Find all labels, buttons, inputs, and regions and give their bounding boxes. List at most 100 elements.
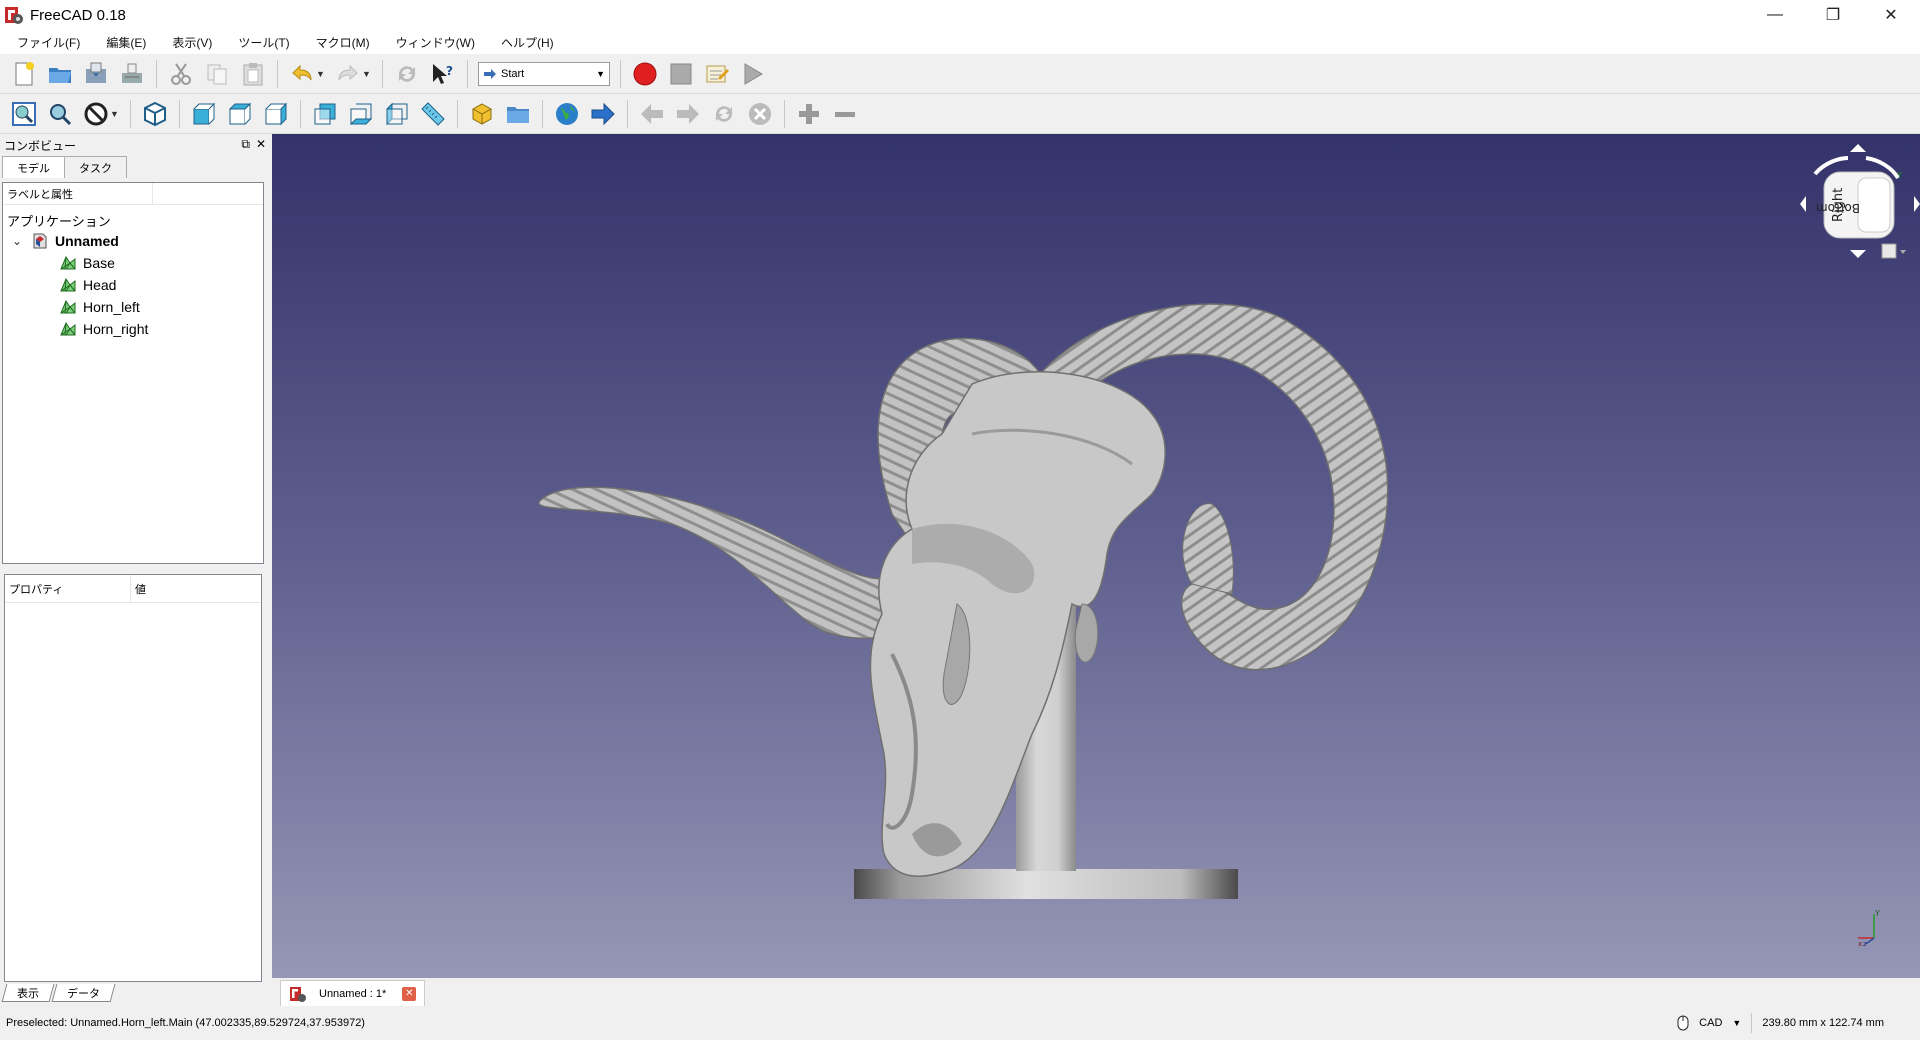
isometric-view-button[interactable] <box>139 98 171 130</box>
measure-distance-button[interactable] <box>417 98 449 130</box>
macro-stop-button[interactable] <box>665 58 697 90</box>
isometric-cube-icon <box>144 101 166 126</box>
paste-button[interactable] <box>237 58 269 90</box>
menu-macro[interactable]: マクロ(M) <box>303 34 383 51</box>
open-file-button[interactable] <box>44 58 76 90</box>
float-panel-icon[interactable]: ⧉ <box>241 137 250 152</box>
menu-edit[interactable]: 編集(E) <box>93 34 159 51</box>
menu-bar: ファイル(F) 編集(E) 表示(V) ツール(T) マクロ(M) ウィンドウ(… <box>0 30 1920 54</box>
restore-button[interactable]: ❐ <box>1804 0 1862 30</box>
fit-all-button[interactable] <box>8 98 40 130</box>
undo-dropdown-icon[interactable]: ▼ <box>316 69 326 79</box>
axis-z-label: z <box>1863 940 1867 948</box>
window-title: FreeCAD 0.18 <box>30 6 126 24</box>
tree-item-horn-left[interactable]: Horn_left <box>3 296 263 318</box>
workbench-label: Start <box>501 67 525 80</box>
tab-model[interactable]: モデル <box>2 156 65 178</box>
draw-style-dropdown-icon[interactable]: ▼ <box>110 109 120 119</box>
menu-file[interactable]: ファイル(F) <box>4 34 93 51</box>
ram-skull-model[interactable] <box>272 134 1920 978</box>
new-file-icon <box>15 61 34 85</box>
workbench-selector[interactable]: Start ▼ <box>478 61 610 86</box>
stop-button[interactable] <box>744 98 776 130</box>
tab-tasks[interactable]: タスク <box>64 156 127 178</box>
fit-selection-button[interactable] <box>44 98 76 130</box>
macro-stop-icon <box>670 63 692 84</box>
reload-button[interactable] <box>708 98 740 130</box>
forward-button[interactable] <box>672 98 704 130</box>
menu-tools[interactable]: ツール(T) <box>225 34 302 51</box>
back-button[interactable] <box>636 98 668 130</box>
rear-view-button[interactable] <box>309 98 341 130</box>
tree-item-horn-right[interactable]: Horn_right <box>3 318 263 340</box>
tree-item-document[interactable]: ⌄ Unnamed <box>3 230 263 252</box>
3d-viewport[interactable]: Right Bottom Y Y x z <box>272 134 1920 978</box>
create-group-button[interactable] <box>502 98 534 130</box>
left-view-icon <box>386 102 408 125</box>
menu-help[interactable]: ヘルプ(H) <box>488 34 567 51</box>
combo-view-title: コンボビュー <box>4 138 77 153</box>
property-header: プロパティ 値 <box>5 575 261 603</box>
file-toolbar: ▼ ▼ ? Start ▼ <box>0 54 1920 94</box>
navigation-style-dropdown-icon[interactable]: ▼ <box>1732 1018 1741 1028</box>
macro-record-icon <box>633 62 657 85</box>
save-button[interactable] <box>80 58 112 90</box>
macro-edit-button[interactable] <box>701 58 733 90</box>
tree-item-label: Base <box>83 255 115 271</box>
axis-y-label: Y <box>1874 909 1880 918</box>
web-browser-button[interactable] <box>551 98 583 130</box>
bottom-view-button[interactable] <box>345 98 377 130</box>
document-label: Unnamed <box>55 233 119 249</box>
arrow-right-icon <box>591 102 615 125</box>
property-column-header[interactable]: プロパティ <box>5 575 131 602</box>
tree-header: ラベルと属性 <box>3 183 263 205</box>
redo-icon <box>338 64 358 80</box>
tree-item-base[interactable]: Base <box>3 252 263 274</box>
save-as-button[interactable] <box>116 58 148 90</box>
status-message: Preselected: Unnamed.Horn_left.Main (47.… <box>6 1017 365 1029</box>
document-icon <box>33 233 47 249</box>
tab-view-properties[interactable]: 表示 <box>1 984 55 1002</box>
plus-icon <box>799 103 819 124</box>
refresh-button[interactable] <box>391 58 423 90</box>
redo-dropdown-icon[interactable]: ▼ <box>362 69 372 79</box>
nav-right-arrow-icon <box>1914 196 1920 212</box>
value-column-header[interactable]: 値 <box>131 575 146 602</box>
navigation-cube[interactable]: Right Bottom Y <box>1760 134 1920 294</box>
zoom-out-button[interactable] <box>829 98 861 130</box>
close-panel-icon[interactable]: ✕ <box>256 137 266 152</box>
chevron-down-icon[interactable]: ⌄ <box>9 234 25 248</box>
document-tab[interactable]: Unnamed : 1* ✕ <box>280 980 426 1006</box>
redo-button[interactable] <box>332 58 364 90</box>
front-view-button[interactable] <box>188 98 220 130</box>
whats-this-button[interactable]: ? <box>427 58 459 90</box>
close-window-button[interactable]: ✕ <box>1862 0 1920 30</box>
zoom-in-button[interactable] <box>793 98 825 130</box>
draw-style-button[interactable] <box>80 98 112 130</box>
mesh-icon <box>60 321 76 336</box>
title-bar: FreeCAD 0.18 — ❐ ✕ <box>0 0 1920 30</box>
menu-window[interactable]: ウィンドウ(W) <box>383 34 488 51</box>
tree-item-label: Horn_left <box>83 299 140 315</box>
right-view-button[interactable] <box>260 98 292 130</box>
go-start-button[interactable] <box>587 98 619 130</box>
create-part-button[interactable] <box>466 98 498 130</box>
freecad-document-icon <box>290 986 306 1002</box>
macro-record-button[interactable] <box>629 58 661 90</box>
menu-view[interactable]: 表示(V) <box>159 34 225 51</box>
tree-header-label[interactable]: ラベルと属性 <box>3 183 153 204</box>
close-document-icon[interactable]: ✕ <box>402 986 417 1001</box>
left-view-button[interactable] <box>381 98 413 130</box>
copy-button[interactable] <box>201 58 233 90</box>
tree-item-head[interactable]: Head <box>3 274 263 296</box>
macro-run-button[interactable] <box>737 58 769 90</box>
minimize-button[interactable]: — <box>1746 0 1804 30</box>
property-tabs: 表示 データ <box>1 984 116 1002</box>
axis-x-label: x <box>1858 940 1862 948</box>
cut-button[interactable] <box>165 58 197 90</box>
navigation-style-label[interactable]: CAD <box>1699 1017 1722 1029</box>
undo-button[interactable] <box>286 58 318 90</box>
tab-data-properties[interactable]: データ <box>51 984 116 1002</box>
new-file-button[interactable] <box>8 58 40 90</box>
top-view-button[interactable] <box>224 98 256 130</box>
